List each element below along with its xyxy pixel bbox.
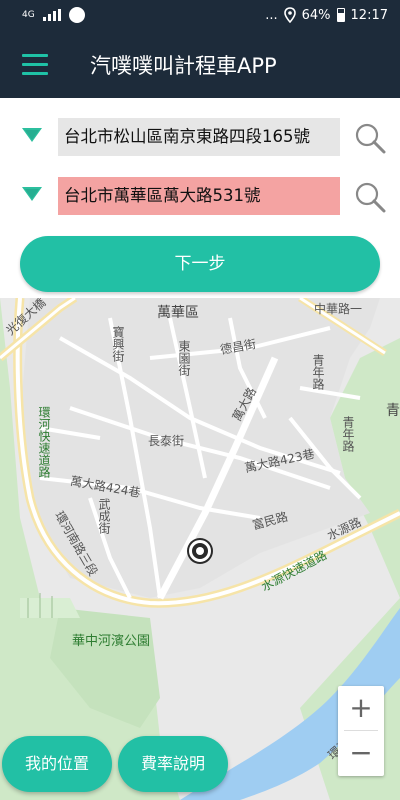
zoom-in-button[interactable]: + [338, 686, 384, 730]
map-label-qing: 青 [386, 403, 400, 419]
my-location-button[interactable]: 我的位置 [2, 736, 112, 792]
map-label-huanhe-express: 環河快速道路 [37, 406, 51, 478]
zoom-controls: + − [338, 686, 384, 776]
map-view[interactable]: 萬華區 中華路一 光復大橋 寶興街 東園街 德昌街 青年路 青 環河快速道路 長… [0, 298, 400, 800]
battery-percent: 64% [301, 7, 331, 23]
origin-input[interactable]: 台北市松山區南京東路四段165號 [58, 118, 340, 156]
next-step-button[interactable]: 下一步 [20, 236, 380, 292]
map-label-wucheng: 武成街 [97, 498, 111, 534]
origin-row: 台北市松山區南京東路四段165號 [0, 118, 400, 158]
map-label-zhonghua: 中華路一 [314, 302, 363, 316]
battery-icon [336, 8, 345, 22]
origin-search-icon[interactable] [354, 122, 386, 154]
map-label-baoxing: 寶興街 [111, 326, 125, 362]
status-bar: 4G ... 64% 12:17 [0, 0, 400, 32]
network-type: 4G [22, 9, 35, 20]
map-label-changtai: 長泰街 [148, 434, 185, 448]
origin-dropdown-icon[interactable] [22, 128, 42, 142]
location-pin-icon [283, 7, 296, 23]
map-label-district: 萬華區 [157, 305, 199, 321]
destination-input[interactable]: 台北市萬華區萬大路531號 [58, 177, 340, 215]
map-label-huazhong-park: 華中河濱公園 [72, 634, 151, 649]
destination-row: 台北市萬華區萬大路531號 [0, 177, 400, 217]
zoom-out-button[interactable]: − [338, 731, 384, 775]
map-label-qingnian-road: 青年路 [341, 416, 355, 452]
current-location-marker [189, 540, 211, 562]
clock: 12:17 [350, 7, 388, 23]
map-label-dongyuan: 東園街 [177, 340, 191, 376]
app-bar: 汽噗噗叫計程車APP [0, 32, 400, 98]
hamburger-menu-icon[interactable] [22, 54, 48, 76]
notification-circle-icon [68, 7, 85, 23]
app-title: 汽噗噗叫計程車APP [90, 54, 277, 78]
destination-dropdown-icon[interactable] [22, 187, 42, 201]
status-dots: ... [265, 7, 278, 23]
destination-search-icon[interactable] [354, 181, 386, 213]
fare-info-button[interactable]: 費率說明 [118, 736, 228, 792]
route-form: 台北市松山區南京東路四段165號 台北市萬華區萬大路531號 下一步 [0, 98, 400, 298]
map-label-qingnian: 青年路 [311, 354, 325, 390]
signal-icon [42, 9, 61, 21]
